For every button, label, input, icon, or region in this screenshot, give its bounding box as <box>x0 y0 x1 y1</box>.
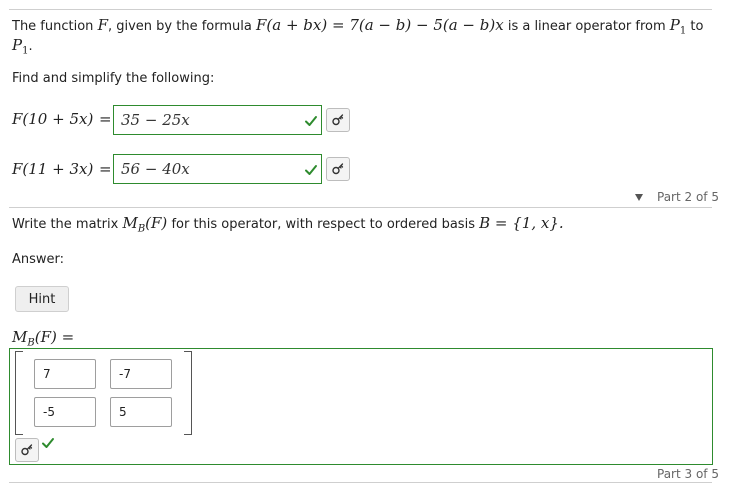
item-1-answer-input[interactable]: 35 − 25x <box>113 105 322 135</box>
matrix-label: MB(F) = <box>12 328 74 349</box>
matrix-cell-r2c1[interactable]: -5 <box>34 397 96 427</box>
matrix-cell-r2c2[interactable]: 5 <box>110 397 172 427</box>
item-2-key-button[interactable] <box>326 157 350 181</box>
intro-line-2: P1. <box>12 36 33 57</box>
item-2-answer-input[interactable]: 56 − 40x <box>113 154 322 184</box>
intro-formula: F(a + bx) = 7(a − b) − 5(a − b)x <box>256 16 504 34</box>
matrix-right-bracket <box>184 351 192 435</box>
matrix-cell-r1c2[interactable]: -7 <box>110 359 172 389</box>
intro-end: . <box>28 39 33 54</box>
item-1-answer-value: 35 − 25x <box>121 111 190 129</box>
triangle-down-icon[interactable] <box>634 193 644 202</box>
question-matrix-arg: (F) <box>145 214 168 232</box>
part-2-divider <box>9 207 712 208</box>
top-divider <box>9 9 712 10</box>
question-matrix: M <box>122 214 138 232</box>
intro-space-2: P <box>12 36 23 54</box>
matrix-label-m: M <box>12 328 28 346</box>
matrix-key-button[interactable] <box>15 438 39 462</box>
matrix-answer-panel: 7 -7 -5 5 <box>9 348 713 465</box>
matrix-label-sub: B <box>27 337 35 349</box>
part-3-question: Write the matrix MB(F) for this operator… <box>12 214 564 235</box>
intro-to: to <box>690 19 704 34</box>
intro-space-1: P <box>669 16 680 34</box>
intro-mid: , given by the formula <box>107 19 252 34</box>
answer-label: Answer: <box>12 252 65 267</box>
intro-space-1-sub: 1 <box>679 25 687 37</box>
item-2-equals: = <box>99 160 112 178</box>
item-1-check-icon <box>305 116 317 126</box>
intro-prefix: The function <box>12 19 94 34</box>
part-2-label: Part 2 of 5 <box>657 190 719 204</box>
item-1-key-button[interactable] <box>326 108 350 132</box>
item-2-check-icon <box>305 165 317 175</box>
bottom-divider <box>9 482 712 483</box>
matrix-left-bracket <box>15 351 23 435</box>
matrix-check-icon <box>42 438 54 448</box>
hint-button[interactable]: Hint <box>15 286 69 312</box>
key-icon <box>21 444 33 456</box>
key-icon <box>332 114 344 126</box>
item-2-answer-value: 56 − 40x <box>121 160 190 178</box>
question-prefix: Write the matrix <box>12 217 119 232</box>
key-icon <box>332 163 344 175</box>
part-3-label: Part 3 of 5 <box>657 467 719 481</box>
instruction-text: Find and simplify the following: <box>12 71 215 86</box>
matrix-label-arg: (F) = <box>34 328 75 346</box>
question-mid: for this operator, with respect to order… <box>171 217 475 232</box>
intro-line-1: The function F, given by the formula F(a… <box>12 16 703 37</box>
intro-suffix: is a linear operator from <box>507 19 666 34</box>
item-2-expression: F(11 + 3x) <box>12 160 94 178</box>
item-1-equals: = <box>99 110 112 128</box>
question-basis: B = {1, x}. <box>479 214 564 232</box>
item-1-expression: F(10 + 5x) <box>12 110 94 128</box>
matrix-cell-r1c1[interactable]: 7 <box>34 359 96 389</box>
intro-function-name: F <box>97 16 108 34</box>
